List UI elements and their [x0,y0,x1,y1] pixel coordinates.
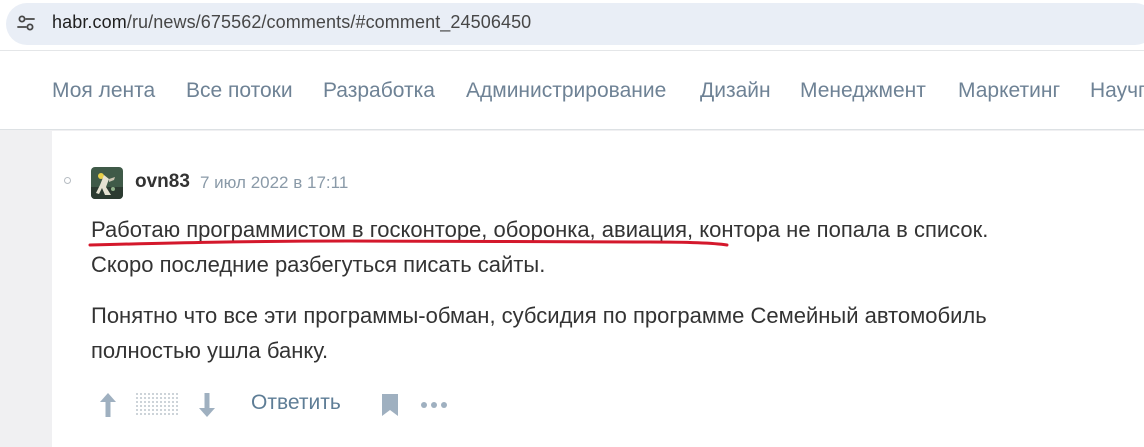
arrow-down-icon[interactable] [196,391,218,419]
hubs-nav: Моя лента Все потоки Разработка Админист… [0,50,1144,130]
avatar-image [91,167,123,199]
bookmark-icon[interactable] [380,393,400,417]
comment-timestamp[interactable]: 7 июл 2022 в 17:11 [200,173,348,193]
comment-thread-marker [64,177,71,184]
paragraph-1-line-2: Скоро последние разбегуться писать сайты… [91,252,546,277]
nav-item-administration[interactable]: Администрирование [466,79,666,103]
comment-author[interactable]: ovn83 [135,171,190,193]
nav-item-my-feed[interactable]: Моя лента [52,79,155,103]
red-underline-annotation [88,239,729,247]
more-dots-icon[interactable] [420,398,448,412]
nav-item-design[interactable]: Дизайн [700,79,771,103]
comment-paragraph-2: Понятно что все эти программы-обман, суб… [91,298,987,368]
reply-button[interactable]: Ответить [251,391,341,415]
tune-icon[interactable] [16,13,36,33]
nav-item-science[interactable]: Научпоп [1090,79,1144,103]
nav-item-development[interactable]: Разработка [323,79,435,103]
url-text[interactable]: habr.com/ru/news/675562/comments/#commen… [52,12,531,33]
nav-item-all-streams[interactable]: Все потоки [186,79,293,103]
arrow-up-icon[interactable] [97,391,119,419]
url-host: habr.com [52,12,127,32]
paragraph-1-rest: контора не попала в список. [693,217,989,242]
avatar[interactable] [91,167,123,199]
nav-item-management[interactable]: Менеджмент [800,79,926,103]
browser-address-bar: habr.com/ru/news/675562/comments/#commen… [0,0,1144,50]
paragraph-2-line-2: полностью ушла банку. [91,338,329,363]
url-path: /ru/news/675562/comments/#comment_245064… [126,12,532,32]
paragraph-2-line-1: Понятно что все эти программы-обман, суб… [91,303,987,328]
rating-hidden-indicator [135,392,180,416]
nav-item-marketing[interactable]: Маркетинг [958,79,1060,103]
